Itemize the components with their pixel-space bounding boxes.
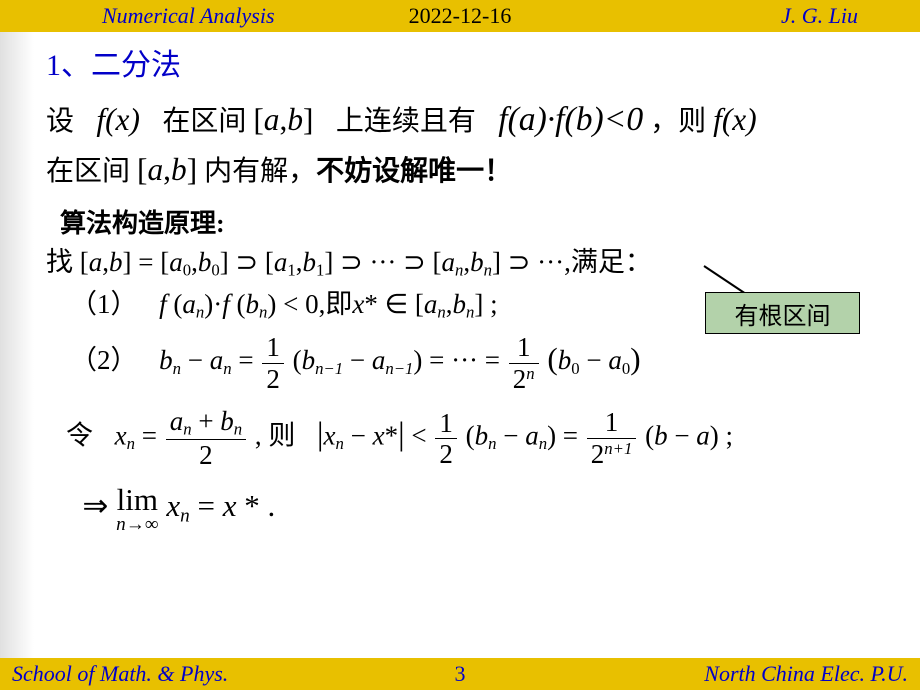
intro-line-1: 设 f(x) 在区间 [a,b] 上连续且有 f(a)·f(b)<0 ，则 f(… bbox=[46, 94, 888, 146]
callout-text: 有根区间 bbox=[735, 296, 831, 331]
slide-content: 1、二分法 设 f(x) 在区间 [a,b] 上连续且有 f(a)·f(b)<0… bbox=[0, 36, 920, 538]
intro-line-2: 在区间 [a,b] 内有解，不妨设解唯一！ bbox=[46, 146, 888, 195]
condition-2: （2） bn − an = 12 (bn−1 − an−1) = ··· = 1… bbox=[70, 333, 888, 393]
intro-text: 设 bbox=[46, 106, 74, 137]
ab-interval: [a,b] bbox=[137, 152, 197, 187]
callout-box: 有根区间 bbox=[705, 292, 860, 334]
intro-text: ，则 bbox=[650, 106, 706, 137]
section-title: 1、二分法 bbox=[46, 40, 888, 84]
let-label: 令 bbox=[66, 421, 93, 451]
ab-interval: [a,b] bbox=[253, 102, 313, 137]
fx-symbol: f(x) bbox=[96, 102, 140, 137]
bullet-1-label: （1） bbox=[70, 289, 138, 319]
university-name: North China Elec. P.U. bbox=[704, 661, 908, 687]
find-label: 找 bbox=[46, 247, 73, 277]
midpoint-line: 令 xn = an + bn2 , 则 |xn − x*| < 12 (bn −… bbox=[66, 407, 888, 470]
author-name: J. G. Liu bbox=[781, 3, 858, 29]
header-bar: Numerical Analysis 2022-12-16 J. G. Liu bbox=[0, 0, 920, 32]
nested-intervals: 找 [a,b] = [a0,b0] ⊃ [a1,b1] ⊃ ··· ⊃ [an,… bbox=[46, 246, 888, 281]
intro-text: 上连续且有 bbox=[336, 106, 476, 137]
fx-symbol: f(x) bbox=[713, 102, 757, 137]
ie-label: ,即 bbox=[319, 289, 353, 319]
implies-symbol: ⇒ bbox=[82, 488, 108, 523]
intro-bold: 不妨设解唯一！ bbox=[316, 156, 512, 187]
bullet-2-label: （2） bbox=[70, 345, 138, 375]
intro-text: 在区间 bbox=[162, 106, 246, 137]
page-number: 3 bbox=[455, 661, 466, 687]
principle-heading: 算法构造原理: bbox=[60, 203, 888, 240]
satisfy-label: ,满足： bbox=[564, 247, 652, 277]
then-label: 则 bbox=[268, 421, 295, 451]
limit-line: ⇒ lim n→∞ xn = x * . bbox=[56, 484, 888, 534]
school-name: School of Math. & Phys. bbox=[12, 661, 228, 687]
footer-bar: School of Math. & Phys. 3 North China El… bbox=[0, 658, 920, 690]
lim-operator: lim n→∞ bbox=[116, 484, 159, 534]
slide-date: 2022-12-16 bbox=[409, 3, 512, 29]
course-title: Numerical Analysis bbox=[102, 3, 275, 29]
sign-condition: f(a)·f(b)<0 bbox=[498, 101, 643, 138]
intro-text: 内有解， bbox=[204, 156, 316, 187]
intro-text: 在区间 bbox=[46, 156, 130, 187]
